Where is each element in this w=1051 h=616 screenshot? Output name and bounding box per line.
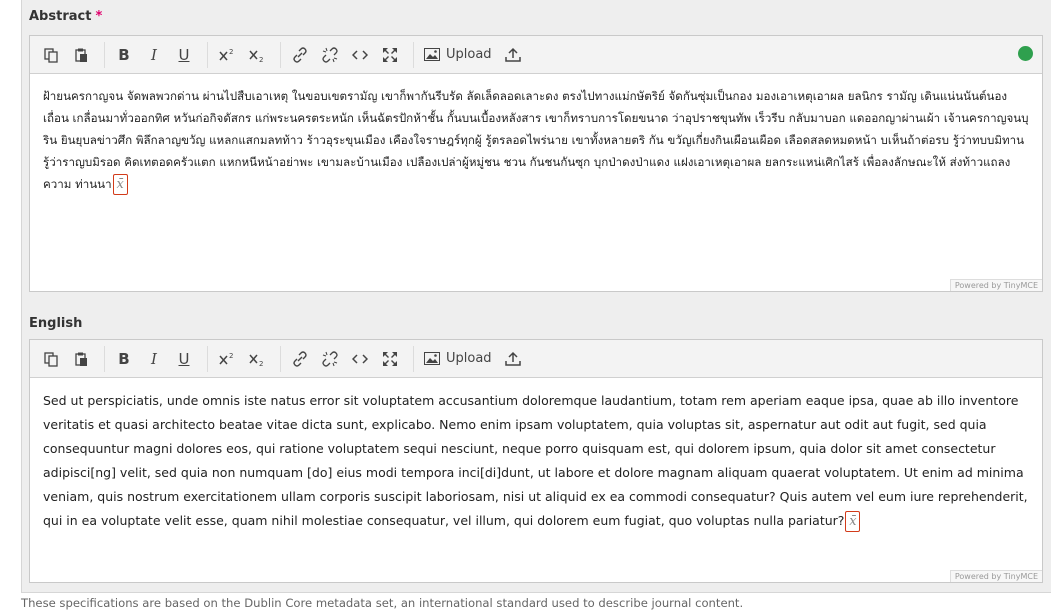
superscript-button[interactable]: 2 [214, 346, 240, 372]
toolbar-separator [207, 345, 208, 372]
insert-file-button[interactable] [500, 346, 526, 372]
globe-icon[interactable] [1018, 46, 1033, 61]
copy-icon [44, 351, 58, 367]
toolbar-separator [280, 41, 281, 68]
english-toolbar: B I U 2 2 Upload [30, 340, 1042, 378]
abstract-content[interactable]: ฝ้ายนครกาญจน จัดพลพวกด่าน ผ่านไปสืบเอาเห… [30, 74, 1042, 195]
abstract-label-text: Abstract [29, 9, 92, 24]
svg-text:2: 2 [229, 48, 233, 56]
upload-button[interactable]: Upload [420, 346, 496, 372]
toolbar-separator [104, 345, 105, 372]
upload-label: Upload [446, 351, 492, 366]
italic-button[interactable]: I [141, 346, 167, 372]
english-editor[interactable]: B I U 2 2 Upload Sed ut perspiciatis, un… [29, 339, 1043, 583]
italic-button[interactable]: I [141, 42, 167, 68]
link-button[interactable] [287, 346, 313, 372]
svg-text:2: 2 [259, 360, 263, 367]
fullscreen-icon [383, 351, 397, 366]
unlink-icon [322, 46, 338, 63]
paste-icon [75, 48, 87, 62]
subscript-icon: 2 [249, 50, 263, 63]
superscript-icon: 2 [219, 48, 233, 60]
bold-button[interactable]: B [111, 42, 137, 68]
english-label: English [29, 316, 83, 331]
toolbar-separator [280, 345, 281, 372]
upload-tray-icon [504, 47, 521, 62]
powered-by-tinymce[interactable]: Powered by TinyMCE [949, 570, 1042, 582]
paste-button[interactable] [68, 346, 94, 372]
underline-button[interactable]: U [171, 42, 197, 68]
link-icon [293, 350, 307, 367]
image-icon [424, 48, 440, 61]
fullscreen-icon [383, 47, 397, 62]
toolbar-separator [207, 41, 208, 68]
abstract-editor[interactable]: B I U 2 2 Upload ฝ้ายนครกาญจน จัดพลพวกด่… [29, 35, 1043, 292]
svg-text:2: 2 [229, 352, 233, 360]
unlink-icon [322, 350, 338, 367]
powered-by-tinymce[interactable]: Powered by TinyMCE [949, 279, 1042, 291]
svg-text:2: 2 [259, 56, 263, 63]
copy-button[interactable] [38, 42, 64, 68]
paste-button[interactable] [68, 42, 94, 68]
underline-button[interactable]: U [171, 346, 197, 372]
bold-button[interactable]: B [111, 346, 137, 372]
abstract-text: ฝ้ายนครกาญจน จัดพลพวกด่าน ผ่านไปสืบเอาเห… [43, 89, 1029, 191]
formula-icon[interactable]: x̄ [845, 511, 861, 532]
toolbar-separator [104, 41, 105, 68]
toolbar-separator [413, 41, 414, 68]
superscript-icon: 2 [219, 352, 233, 364]
code-icon [352, 353, 368, 364]
subscript-button[interactable]: 2 [244, 346, 270, 372]
link-button[interactable] [287, 42, 313, 68]
link-icon [293, 46, 307, 63]
copy-button[interactable] [38, 346, 64, 372]
abstract-label: Abstract * [29, 9, 102, 24]
code-button[interactable] [347, 346, 373, 372]
code-icon [352, 49, 368, 60]
upload-label: Upload [446, 47, 492, 62]
abstract-toolbar: B I U 2 2 Upload [30, 36, 1042, 74]
subscript-button[interactable]: 2 [244, 42, 270, 68]
help-text: These specifications are based on the Du… [21, 596, 744, 610]
formula-icon[interactable]: x̄ [112, 174, 128, 195]
upload-tray-icon [504, 351, 521, 366]
upload-button[interactable]: Upload [420, 42, 496, 68]
toolbar-separator [413, 345, 414, 372]
fullscreen-button[interactable] [377, 42, 403, 68]
required-mark: * [95, 9, 103, 24]
insert-file-button[interactable] [500, 42, 526, 68]
unlink-button[interactable] [317, 346, 343, 372]
copy-icon [44, 47, 58, 63]
unlink-button[interactable] [317, 42, 343, 68]
image-icon [424, 352, 440, 365]
subscript-icon: 2 [249, 354, 263, 367]
english-content[interactable]: Sed ut perspiciatis, unde omnis iste nat… [30, 378, 1042, 533]
english-text: Sed ut perspiciatis, unde omnis iste nat… [43, 393, 1028, 528]
paste-icon [75, 352, 87, 366]
code-button[interactable] [347, 42, 373, 68]
fullscreen-button[interactable] [377, 346, 403, 372]
superscript-button[interactable]: 2 [214, 42, 240, 68]
